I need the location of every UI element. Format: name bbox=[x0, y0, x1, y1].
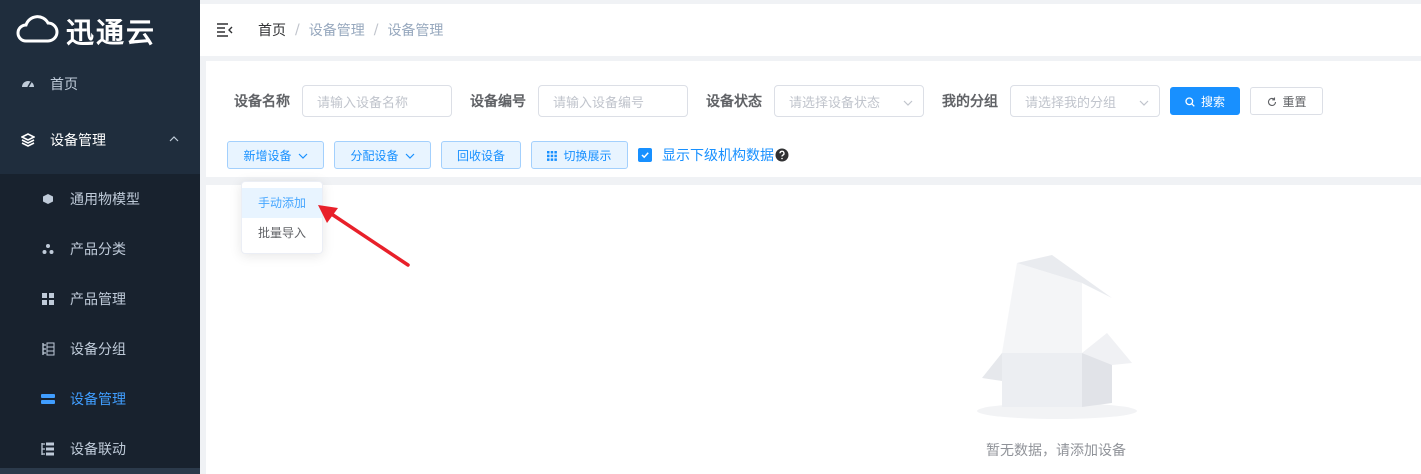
sidebar-item-device-management[interactable]: 设备管理 bbox=[0, 106, 200, 174]
filter-row: 设备名称 请输入设备名称 设备编号 请输入设备编号 设备状态 请选择设备状态 我… bbox=[234, 85, 1324, 117]
add-device-button[interactable]: 新增设备 bbox=[227, 141, 324, 169]
chevron-down-icon bbox=[298, 150, 308, 160]
layers-icon bbox=[20, 132, 36, 148]
breadcrumb-separator: / bbox=[295, 22, 300, 38]
search-button-label: 搜索 bbox=[1201, 94, 1226, 109]
switch-view-label: 切换展示 bbox=[563, 148, 612, 163]
device-code-input[interactable]: 请输入设备编号 bbox=[538, 85, 688, 117]
device-status-label: 设备状态 bbox=[706, 94, 762, 110]
empty-text: 暂无数据，请添加设备 bbox=[986, 443, 1126, 459]
device-status-select[interactable]: 请选择设备状态 bbox=[774, 85, 924, 117]
cube-icon bbox=[40, 191, 56, 207]
breadcrumb-home[interactable]: 首页 bbox=[258, 20, 286, 40]
reset-button[interactable]: 重置 bbox=[1250, 87, 1324, 115]
sidebar-footer bbox=[0, 468, 200, 474]
device-code-placeholder: 请输入设备编号 bbox=[553, 95, 645, 111]
sidebar-item-label: 通用物模型 bbox=[70, 192, 140, 208]
submenu: 通用物模型 产品分类 产品管理 设备分组 设备管理 设备联动 bbox=[0, 174, 200, 474]
sidebar-item-device-linkage[interactable]: 设备联动 bbox=[0, 424, 200, 474]
my-group-select[interactable]: 请选择我的分组 bbox=[1010, 85, 1160, 117]
annotation-arrow-icon bbox=[318, 205, 410, 267]
breadcrumb-current: 设备管理 bbox=[387, 23, 444, 39]
breadcrumb-device-management[interactable]: 设备管理 bbox=[309, 20, 365, 40]
sidebar-item-label: 产品管理 bbox=[70, 292, 126, 308]
sidebar-item-product-category[interactable]: 产品分类 bbox=[0, 224, 200, 274]
sidebar-item-device-group[interactable]: 设备分组 bbox=[0, 324, 200, 374]
sidebar-item-device-management-sub[interactable]: 设备管理 bbox=[0, 374, 200, 424]
device-name-input[interactable]: 请输入设备名称 bbox=[302, 85, 452, 117]
dashboard-icon bbox=[20, 76, 36, 92]
chevron-down-icon bbox=[1139, 97, 1149, 107]
filter-panel: 设备名称 请输入设备名称 设备编号 请输入设备编号 设备状态 请选择设备状态 我… bbox=[206, 61, 1421, 177]
logo[interactable]: 迅通云 bbox=[0, 0, 200, 62]
device-status-placeholder: 请选择设备状态 bbox=[789, 95, 881, 111]
sidebar-item-label: 首页 bbox=[50, 77, 78, 93]
recycle-device-label: 回收设备 bbox=[456, 148, 505, 163]
show-sub-org-checkbox[interactable] bbox=[638, 148, 652, 162]
add-device-label: 新增设备 bbox=[243, 148, 292, 163]
server-icon bbox=[40, 391, 56, 407]
my-group-placeholder: 请选择我的分组 bbox=[1025, 95, 1117, 111]
my-group-label: 我的分组 bbox=[942, 94, 998, 110]
search-icon bbox=[1185, 96, 1195, 107]
empty-box-icon bbox=[972, 253, 1142, 423]
assign-device-button[interactable]: 分配设备 bbox=[334, 141, 431, 169]
sidebar-item-home[interactable]: 首页 bbox=[0, 62, 200, 106]
device-name-label: 设备名称 bbox=[234, 94, 290, 110]
sidebar-item-label: 设备联动 bbox=[70, 442, 126, 458]
header: 首页 / 设备管理 / 设备管理 bbox=[200, 0, 1421, 56]
breadcrumb-separator: / bbox=[373, 22, 379, 38]
cloud-logo-icon bbox=[14, 13, 60, 49]
breadcrumb: 首页 / 设备管理 / 设备管理 bbox=[258, 20, 443, 40]
device-name-placeholder: 请输入设备名称 bbox=[317, 95, 409, 111]
chevron-down-icon bbox=[903, 97, 913, 107]
sidebar-item-label: 设备分组 bbox=[70, 342, 126, 358]
grid-icon bbox=[40, 291, 56, 307]
reset-button-label: 重置 bbox=[1282, 94, 1307, 109]
cluster-icon bbox=[40, 241, 56, 257]
refresh-icon bbox=[1267, 96, 1277, 106]
sidebar: 迅通云 首页 设备管理 通用物模型 产品分类 产品管理 设备分组 设备管理 设备… bbox=[0, 0, 200, 474]
sidebar-item-label: 产品分类 bbox=[70, 242, 126, 258]
assign-device-label: 分配设备 bbox=[350, 148, 399, 163]
sidebar-item-label: 设备管理 bbox=[70, 392, 126, 408]
sidebar-item-model[interactable]: 通用物模型 bbox=[0, 174, 200, 224]
switch-view-button[interactable]: 切换展示 bbox=[531, 141, 628, 169]
hamburger-icon[interactable] bbox=[216, 22, 234, 38]
search-button[interactable]: 搜索 bbox=[1170, 87, 1241, 115]
sidebar-item-product-management[interactable]: 产品管理 bbox=[0, 274, 200, 324]
question-icon[interactable] bbox=[775, 148, 789, 162]
grid-icon bbox=[547, 150, 558, 161]
recycle-device-button[interactable]: 回收设备 bbox=[441, 141, 521, 169]
show-sub-org-label[interactable]: 显示下级机构数据 bbox=[662, 145, 774, 165]
sidebar-item-label: 设备管理 bbox=[50, 133, 106, 149]
tree-icon bbox=[40, 341, 56, 357]
action-row: 新增设备 分配设备 回收设备 切换展示 显示下级机构数据 bbox=[227, 141, 789, 169]
chevron-up-icon bbox=[168, 133, 180, 145]
list-tree-icon bbox=[40, 441, 56, 457]
logo-text: 迅通云 bbox=[66, 16, 157, 49]
device-code-label: 设备编号 bbox=[470, 94, 526, 110]
chevron-down-icon bbox=[405, 150, 415, 160]
